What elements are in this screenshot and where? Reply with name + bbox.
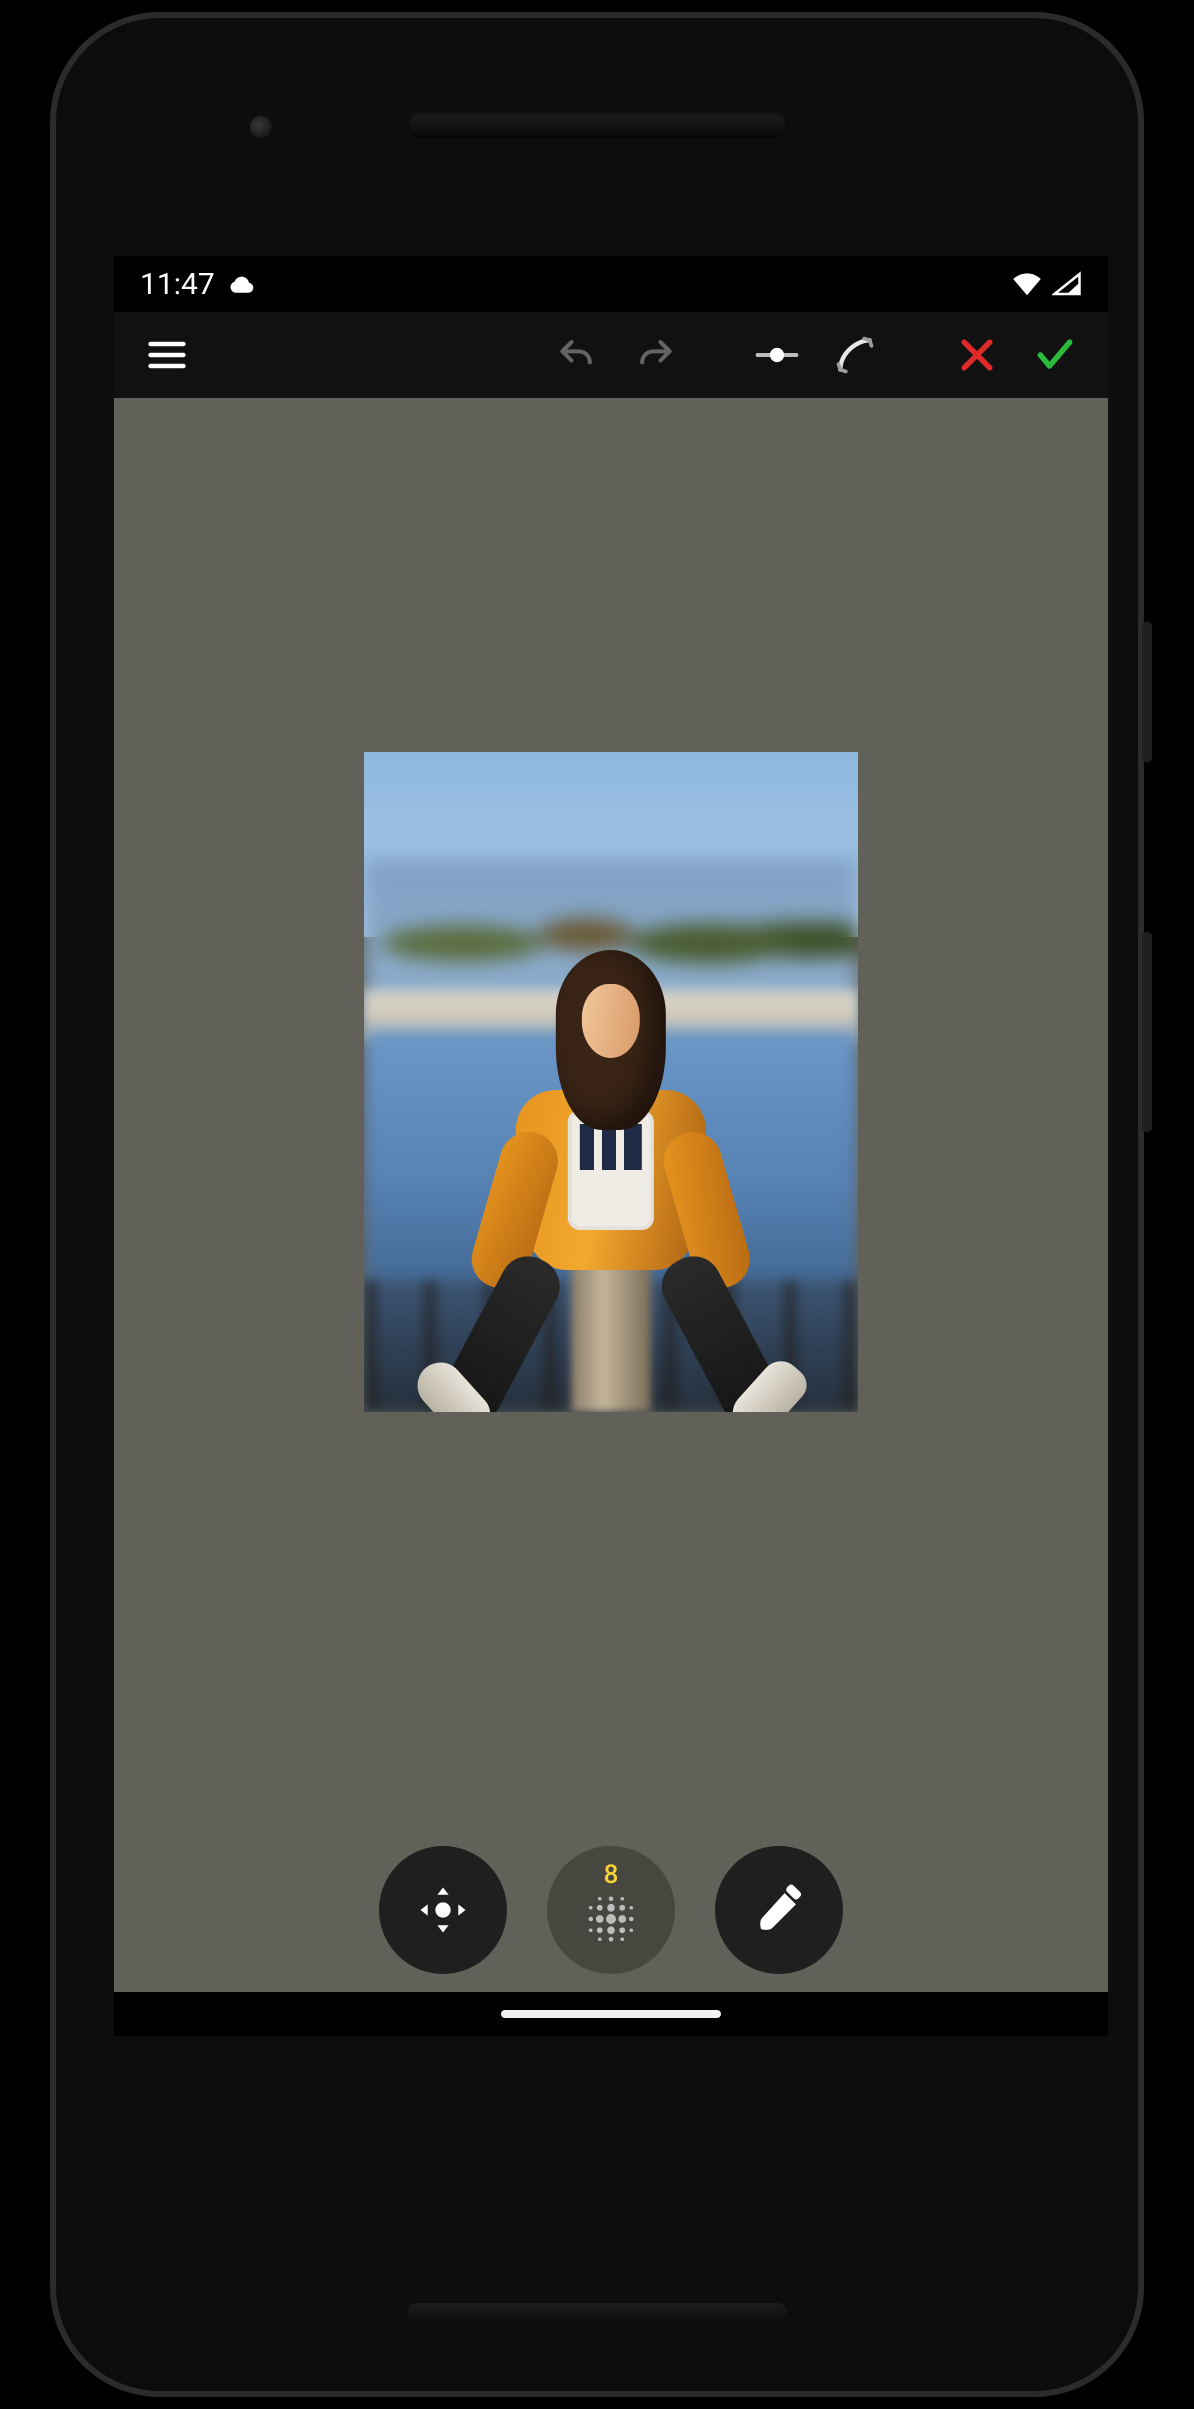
photo-subject [463, 950, 759, 1386]
gesture-pill[interactable] [501, 2010, 721, 2018]
side-button [1142, 622, 1152, 762]
clock: 11:47 [140, 267, 215, 302]
compare-button[interactable] [742, 320, 812, 390]
earpiece [407, 112, 787, 138]
cloud-icon [227, 274, 257, 294]
curve-arrows-icon [833, 333, 877, 377]
front-camera [250, 116, 272, 138]
cell-signal-icon [1052, 271, 1082, 297]
blur-tool-button[interactable]: 8 [547, 1846, 675, 1974]
status-bar: 11:47 [114, 256, 1108, 312]
brush-tool-button[interactable] [715, 1846, 843, 1974]
phone-bezel: 11:47 [64, 26, 1130, 2383]
menu-icon [145, 333, 189, 377]
accept-button[interactable] [1020, 320, 1090, 390]
undo-button[interactable] [542, 320, 612, 390]
redo-button[interactable] [620, 320, 690, 390]
phone-frame: 11:47 [50, 12, 1144, 2397]
redo-icon [633, 333, 677, 377]
cancel-button[interactable] [942, 320, 1012, 390]
brush-icon [752, 1883, 806, 1937]
check-icon [1033, 333, 1077, 377]
wifi-icon [1012, 271, 1042, 297]
blur-strength-label: 8 [547, 1860, 675, 1890]
top-toolbar [114, 312, 1108, 398]
close-icon [955, 333, 999, 377]
screen: 11:47 [114, 256, 1108, 2036]
blur-grid-icon [584, 1892, 638, 1946]
move-tool-button[interactable] [379, 1846, 507, 1974]
compare-slider-icon [755, 333, 799, 377]
curve-button[interactable] [820, 320, 890, 390]
bottom-tool-row: 8 [114, 1846, 1108, 1974]
bottom-speaker [407, 2303, 787, 2323]
menu-button[interactable] [132, 320, 202, 390]
photo[interactable] [364, 752, 858, 1412]
editor-canvas[interactable]: 8 [114, 398, 1108, 1992]
system-nav-bar [114, 1992, 1108, 2036]
undo-icon [555, 333, 599, 377]
side-button [1142, 932, 1152, 1132]
move-icon [416, 1883, 470, 1937]
